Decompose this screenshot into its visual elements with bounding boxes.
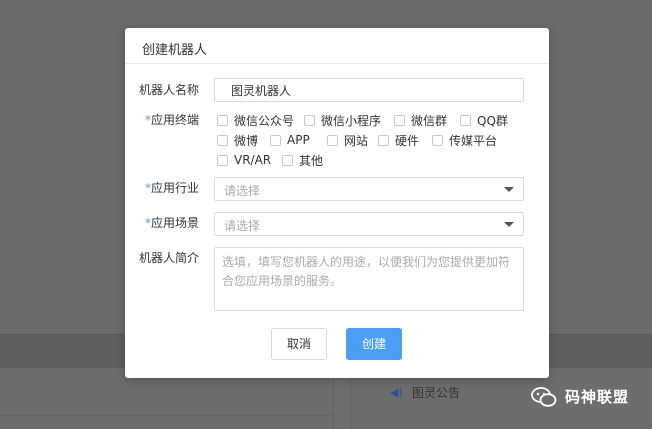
checkbox-label: 传媒平台 xyxy=(449,133,498,148)
industry-label: *应用行业 xyxy=(125,179,199,196)
checkbox-media-platform[interactable]: 传媒平台 xyxy=(432,132,497,149)
terminal-checkbox-group: 微信公众号 微信小程序 微信群 QQ群 微博 APP 网站 硬件 传媒平台 VR… xyxy=(217,110,537,170)
scene-select[interactable]: 请选择 xyxy=(214,212,524,236)
create-button[interactable]: 创建 xyxy=(346,328,402,360)
wechat-icon xyxy=(531,386,557,407)
checkbox-label: 网站 xyxy=(344,133,369,148)
checkbox-box[interactable] xyxy=(304,114,315,126)
checkbox-vr-ar[interactable]: VR/AR xyxy=(217,153,282,167)
industry-label-text: 应用行业 xyxy=(150,181,199,195)
checkbox-label: 微信群 xyxy=(411,113,448,128)
industry-placeholder: 请选择 xyxy=(224,184,261,198)
name-label: 机器人名称 xyxy=(138,83,199,97)
cancel-button[interactable]: 取消 xyxy=(271,328,327,360)
scene-label: *应用场景 xyxy=(125,214,199,231)
checkbox-hardware[interactable]: 硬件 xyxy=(378,132,432,149)
robot-intro-textarea[interactable]: 选填，填写您机器人的用途，以便我们为您提供更加符合您应用场景的服务。 xyxy=(214,247,524,311)
checkbox-label: 微信小程序 xyxy=(321,113,382,128)
dialog-title: 创建机器人 xyxy=(125,28,549,64)
checkbox-box[interactable] xyxy=(394,114,405,126)
terminal-label: *应用终端 xyxy=(125,111,199,128)
checkbox-label: VR/AR xyxy=(234,153,272,167)
checkbox-box[interactable] xyxy=(282,154,293,166)
checkbox-label: QQ群 xyxy=(477,113,508,128)
checkbox-box[interactable] xyxy=(217,114,228,126)
watermark-text: 码神联盟 xyxy=(565,388,630,406)
checkbox-box[interactable] xyxy=(217,154,228,166)
chevron-down-icon xyxy=(504,222,514,227)
checkbox-wechat-miniprogram[interactable]: 微信小程序 xyxy=(304,112,394,129)
robot-name-input[interactable]: 图灵机器人 xyxy=(214,78,524,102)
checkbox-label: 微博 xyxy=(234,133,259,148)
watermark: 码神联盟 xyxy=(531,386,629,407)
chevron-down-icon xyxy=(504,187,514,192)
checkbox-label: 微信公众号 xyxy=(234,113,295,128)
scene-label-text: 应用场景 xyxy=(150,216,199,230)
checkbox-box[interactable] xyxy=(378,134,389,146)
speaker-icon: ◀) xyxy=(390,385,403,399)
checkbox-box[interactable] xyxy=(460,114,471,126)
industry-select[interactable]: 请选择 xyxy=(214,177,524,201)
notice-item[interactable]: ◀) 图灵公告 xyxy=(390,384,460,401)
checkbox-box[interactable] xyxy=(432,134,443,146)
checkbox-other[interactable]: 其他 xyxy=(282,152,323,169)
divider xyxy=(0,415,333,416)
checkbox-box[interactable] xyxy=(217,134,228,146)
intro-label: 机器人简介 xyxy=(138,251,199,265)
checkbox-website[interactable]: 网站 xyxy=(327,132,378,149)
notice-label: 图灵公告 xyxy=(412,386,461,400)
checkbox-wechat-group[interactable]: 微信群 xyxy=(394,112,460,129)
create-robot-dialog: 创建机器人 机器人名称 图灵机器人 *应用终端 微信公众号 微信小程序 微信群 … xyxy=(125,28,549,378)
scene-placeholder: 请选择 xyxy=(224,219,261,233)
checkbox-wechat-official[interactable]: 微信公众号 xyxy=(217,112,304,129)
checkbox-app[interactable]: APP xyxy=(270,133,327,147)
checkbox-box[interactable] xyxy=(327,134,338,146)
checkbox-label: 其他 xyxy=(299,153,324,168)
terminal-label-text: 应用终端 xyxy=(150,113,199,127)
checkbox-label: APP xyxy=(287,133,310,147)
checkbox-label: 硬件 xyxy=(395,133,420,148)
checkbox-weibo[interactable]: 微博 xyxy=(217,132,270,149)
checkbox-box[interactable] xyxy=(270,134,281,146)
checkbox-qq-group[interactable]: QQ群 xyxy=(460,112,508,129)
